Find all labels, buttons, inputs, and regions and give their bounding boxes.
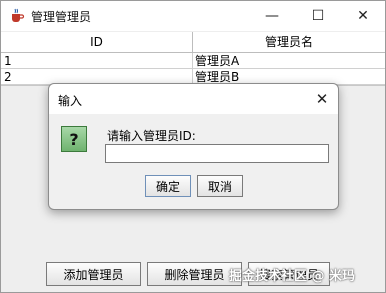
ok-button[interactable]: 确定 — [145, 175, 191, 197]
minimize-icon: — — [265, 8, 279, 24]
java-cup-icon — [9, 8, 25, 24]
maximize-button[interactable]: ☐ — [295, 1, 341, 31]
window-title: 管理管理员 — [31, 10, 92, 24]
column-header-id[interactable]: ID — [1, 32, 193, 53]
admin-id-input[interactable] — [105, 144, 329, 163]
admin-table: ID 管理员名 1 管理员A 2 管理员B — [1, 32, 385, 86]
minimize-button[interactable]: — — [249, 1, 295, 31]
close-button[interactable]: ✕ — [340, 1, 386, 31]
watermark: 掘金技术社区 @ 米玛 — [229, 269, 356, 284]
table-header: ID 管理员名 — [1, 32, 385, 53]
input-dialog: 输入 ✕ ? 请输入管理员ID: 确定 取消 — [48, 83, 339, 210]
prompt-label: 请输入管理员ID: — [107, 129, 196, 143]
column-header-name[interactable]: 管理员名 — [193, 32, 385, 53]
maximize-icon: ☐ — [311, 8, 325, 24]
cell-name[interactable]: 管理员A — [193, 53, 385, 69]
close-icon: ✕ — [357, 8, 369, 24]
cell-id[interactable]: 1 — [1, 53, 193, 69]
table-row[interactable]: 1 管理员A — [1, 53, 385, 69]
title-bar[interactable]: 管理管理员 — ☐ ✕ — [1, 1, 385, 31]
dialog-close-button[interactable]: ✕ — [311, 88, 333, 110]
delete-admin-button[interactable]: 删除管理员 — [147, 262, 242, 286]
add-admin-button[interactable]: 添加管理员 — [46, 262, 141, 286]
cancel-button[interactable]: 取消 — [197, 175, 243, 197]
dialog-title-bar[interactable]: 输入 ✕ — [49, 84, 338, 114]
dialog-title: 输入 — [58, 94, 83, 108]
question-icon: ? — [61, 126, 87, 152]
close-icon: ✕ — [315, 90, 329, 108]
